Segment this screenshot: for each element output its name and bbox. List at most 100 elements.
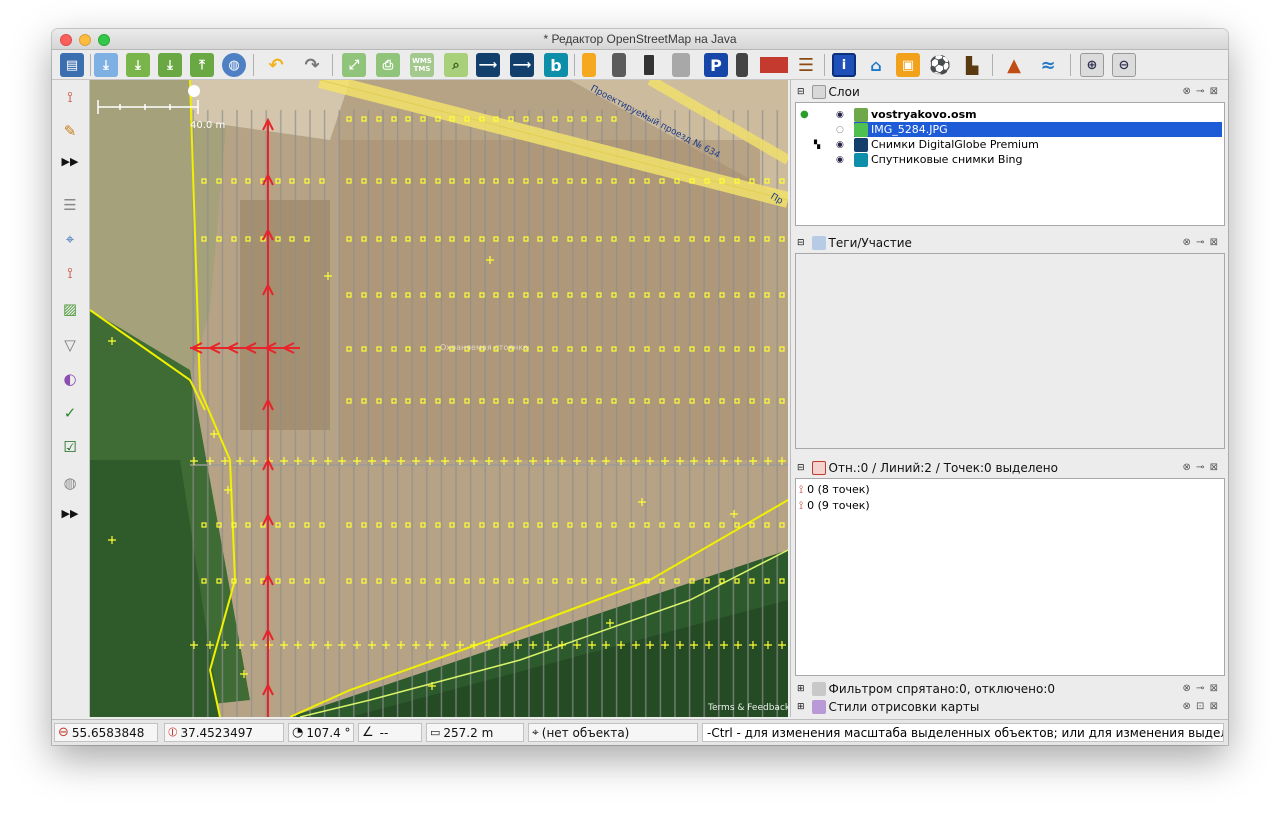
traffic-light-icon[interactable] xyxy=(736,53,748,77)
layers-icon[interactable]: ☰ xyxy=(59,194,81,216)
draw-way-icon[interactable]: ⟟ xyxy=(59,86,81,108)
validator-icon[interactable]: ✓ xyxy=(59,402,81,424)
download-area-icon[interactable]: ⤓ xyxy=(126,53,150,77)
road-tag-icon[interactable] xyxy=(582,53,596,77)
mountain-icon[interactable]: ▲ xyxy=(1002,53,1026,77)
filter-icon[interactable]: ▽ xyxy=(59,334,81,356)
road-gray-icon[interactable] xyxy=(672,53,690,77)
layer-name: Спутниковые снимки Bing xyxy=(871,153,1023,166)
list-item[interactable]: ⟟ 0 (8 точек) xyxy=(796,482,1224,497)
upload-icon[interactable]: ⤒ xyxy=(190,53,214,77)
title-bar: * Редактор OpenStreetMap на Java xyxy=(52,29,1228,50)
layers-icon xyxy=(811,85,826,99)
river-icon[interactable]: ≈ xyxy=(1036,53,1060,77)
road-double-icon[interactable] xyxy=(642,53,656,77)
factory-icon[interactable]: ▙ xyxy=(960,53,984,77)
style-panel-header[interactable]: ⊞ Стили отрисовки карты ⊗ ⊡ ⊠ xyxy=(793,698,1225,716)
latitude-field: ⊖ 55.6583848 xyxy=(54,723,158,742)
map-attribution: Terms & Feedback xyxy=(707,703,788,713)
tag-icon[interactable]: ⌖ xyxy=(59,228,81,250)
parking-icon[interactable]: P xyxy=(704,53,728,77)
filter-icon xyxy=(811,682,826,696)
download-layer-icon[interactable]: ⤓ xyxy=(158,53,182,77)
compass-icon: ◔ xyxy=(292,725,304,740)
filter-panel-header[interactable]: ⊞ Фильтром спрятано:0, отключено:0 ⊗ ⊸ ⊠ xyxy=(793,680,1225,698)
selection-panel-header[interactable]: ⊟ Отн.:0 / Линий:2 / Точек:0 выделено ⊗ … xyxy=(793,459,1225,477)
globe-icon[interactable]: ◍ xyxy=(59,472,81,494)
imagery-icon[interactable]: ⟶ xyxy=(476,53,500,77)
move-handle-icon[interactable]: ▚ xyxy=(814,140,828,149)
longitude-value: 37.4523497 xyxy=(180,725,253,740)
hotel-icon[interactable]: ⌂ xyxy=(864,53,888,77)
railway-icon[interactable]: ☰ xyxy=(794,53,818,77)
image-icon[interactable]: ▨ xyxy=(59,298,81,320)
wall-icon[interactable] xyxy=(760,57,788,73)
panel-controls[interactable]: ⊗ ⊸ ⊠ xyxy=(1183,237,1220,248)
angle-icon: ∠ xyxy=(362,725,374,740)
pencil-icon[interactable]: ✎ xyxy=(59,120,81,142)
open-file-icon[interactable]: ▤ xyxy=(60,53,84,77)
expand-icon[interactable]: ⊞ xyxy=(797,684,805,694)
help-message: -Ctrl - для изменения масштаба выделенны… xyxy=(702,723,1224,742)
tag-icon xyxy=(811,236,826,250)
window-title: * Редактор OpenStreetMap на Java xyxy=(543,32,737,46)
panel-controls[interactable]: ⊗ ⊡ ⊠ xyxy=(1183,701,1220,712)
layers-list: ● ◉ vostryakovo.osm ○ IMG_5284.JPG ▚ ◉ С… xyxy=(795,102,1225,226)
zoom-in-icon[interactable]: ⊕ xyxy=(1080,53,1104,77)
map-canvas[interactable]: 40.0 m Охраняемая стоянка Проектируемый … xyxy=(90,80,788,717)
active-layer-icon: ● xyxy=(800,109,809,120)
heading-field: ◔ 107.4 ° xyxy=(288,723,354,742)
more-icon[interactable]: ▶▶ xyxy=(59,502,81,524)
layers-panel-header[interactable]: ⊟ Слои ⊗ ⊸ ⊠ xyxy=(793,83,1225,101)
collapse-icon[interactable]: ⊟ xyxy=(797,87,805,97)
digitalglobe-layer-icon xyxy=(854,137,868,152)
relation-icon[interactable]: ⟟ xyxy=(59,262,81,284)
list-item-label: 0 (9 точек) xyxy=(807,499,870,512)
latitude-icon: ⊖ xyxy=(58,725,69,740)
undo-icon[interactable]: ↶ xyxy=(264,53,288,77)
layer-row[interactable]: ◉ Спутниковые снимки Bing xyxy=(796,152,1224,167)
wms-icon[interactable]: WMS TMS xyxy=(410,53,434,77)
list-item-label: 0 (8 точек) xyxy=(807,483,870,496)
imagery-alt-icon[interactable]: ⟶ xyxy=(510,53,534,77)
palette-icon[interactable]: ◐ xyxy=(59,368,81,390)
collapse-icon[interactable]: ⊟ xyxy=(797,238,805,248)
football-icon[interactable]: ⚽ xyxy=(928,53,952,77)
svg-text:Охраняемая стоянка: Охраняемая стоянка xyxy=(440,343,528,352)
tags-panel-body xyxy=(795,253,1225,449)
status-bar: ⊖ 55.6583848 ⦶ 37.4523497 ◔ 107.4 ° ∠ --… xyxy=(52,719,1228,745)
redo-icon[interactable]: ↷ xyxy=(300,53,324,77)
list-item[interactable]: ⟟ 0 (9 точек) xyxy=(796,498,1224,513)
panel-controls[interactable]: ⊗ ⊸ ⊠ xyxy=(1183,462,1220,473)
zoom-fit-icon[interactable]: ⤢ xyxy=(342,53,366,77)
layer-row[interactable]: ● ◉ vostryakovo.osm xyxy=(796,107,1224,122)
zoom-out-icon[interactable]: ⊖ xyxy=(1112,53,1136,77)
panel-controls[interactable]: ⊗ ⊸ ⊠ xyxy=(1183,86,1220,97)
selection-panel-title: Отн.:0 / Линий:2 / Точек:0 выделено xyxy=(828,461,1058,475)
expand-icon[interactable]: ⊞ xyxy=(797,702,805,712)
search-icon[interactable]: ⌕ xyxy=(444,53,468,77)
download-icon[interactable]: ⤓ xyxy=(94,53,118,77)
globe-icon[interactable]: ◍ xyxy=(222,53,246,77)
distance-value: 257.2 m xyxy=(443,725,494,740)
palette-icon xyxy=(811,700,826,714)
shop-icon[interactable]: ▣ xyxy=(896,53,920,77)
tags-panel-header[interactable]: ⊟ Теги/Участие ⊗ ⊸ ⊠ xyxy=(793,234,1225,252)
longitude-field: ⦶ 37.4523497 xyxy=(164,723,284,742)
road-dashed-icon[interactable] xyxy=(612,53,626,77)
layer-row[interactable]: ▚ ◉ Снимки DigitalGlobe Premium xyxy=(796,137,1224,152)
layer-row[interactable]: ○ IMG_5284.JPG xyxy=(796,122,1224,137)
checklist-icon[interactable]: ☑ xyxy=(59,436,81,458)
map-view[interactable]: 40.0 m Охраняемая стоянка Проектируемый … xyxy=(90,80,788,717)
info-icon[interactable]: i xyxy=(832,53,856,77)
panel-controls[interactable]: ⊗ ⊸ ⊠ xyxy=(1183,683,1220,694)
distance-field: ▭ 257.2 m xyxy=(426,723,524,742)
bing-icon[interactable]: b xyxy=(544,53,568,77)
layer-name: vostryakovo.osm xyxy=(871,108,977,121)
layer-name: Снимки DigitalGlobe Premium xyxy=(871,138,1039,151)
more-icon[interactable]: ▶▶ xyxy=(59,150,81,172)
print-icon[interactable]: ⎙ xyxy=(376,53,400,77)
object-value: (нет объекта) xyxy=(541,725,630,740)
bing-layer-icon xyxy=(854,152,868,167)
collapse-icon[interactable]: ⊟ xyxy=(797,463,805,473)
